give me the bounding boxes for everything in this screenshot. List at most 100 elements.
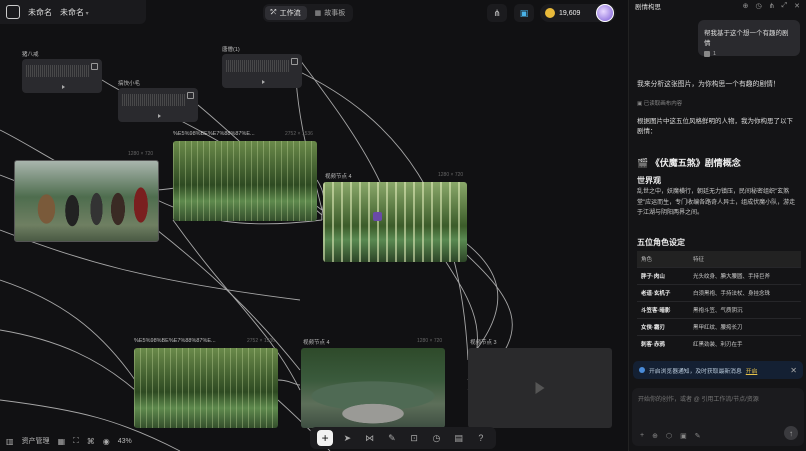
add-attachment-icon[interactable]: +	[640, 432, 644, 440]
store-icon: ▣	[519, 7, 529, 18]
send-button[interactable]: ↑	[784, 426, 798, 440]
share-icon[interactable]: ⋔	[769, 2, 775, 10]
table-row: 胖子·肉山 光头纹身、腆大腰圆、手持巨斧	[637, 267, 801, 285]
attachment-indicator[interactable]: 1	[704, 51, 794, 57]
image-node-label: %E5%98%BE%E7%88%87%E...	[173, 131, 255, 137]
video-node-stone-path[interactable]	[301, 348, 445, 428]
edit-icon[interactable]: ✎	[695, 432, 701, 440]
character-marker	[373, 212, 382, 221]
play-icon[interactable]	[535, 382, 545, 394]
lock-icon[interactable]	[187, 92, 194, 99]
user-message-bubble: 帮我基于这个想一个有趣的剧情 1	[698, 20, 800, 57]
image-icon[interactable]: ▣	[680, 432, 687, 440]
history-icon[interactable]: ◷	[428, 430, 444, 446]
video-node-empty[interactable]	[468, 348, 612, 428]
eye-icon[interactable]: ◉	[103, 437, 110, 446]
ai-chat-panel: 剧情构思 ⊕ ◷ ⋔ ⤢ ✕ 帮我基于这个想一个有趣的剧情 1 我来分析这张图片…	[628, 0, 806, 451]
video-node-label: 视频节点 4	[303, 340, 330, 346]
node-graph-icon[interactable]: ⋈	[362, 430, 378, 446]
new-chat-icon[interactable]: ⊕	[743, 2, 749, 10]
image-attachment-icon	[704, 51, 710, 57]
add-node-button[interactable]: +	[317, 430, 334, 446]
video-node-bamboo[interactable]	[323, 182, 467, 262]
chat-input-box[interactable]: 开始你的创作，或者 @ 引用工作流/节点/资源 + ⊕ ⬡ ▣ ✎ ↑	[632, 388, 804, 446]
canvas-read-status[interactable]: ▣ 已读取画布内容	[637, 99, 798, 107]
coin-icon	[545, 8, 555, 18]
image-node-bamboo-forest-2[interactable]	[134, 348, 278, 428]
mention-icon[interactable]: ⊕	[652, 432, 658, 440]
audio-waveform	[122, 94, 186, 106]
canvas-status-bar: ▥ 资产管理 ▦ ⛶ ⌘ ◉ 43%	[0, 431, 160, 451]
character-table: 角色 特征 胖子·肉山 光头纹身、腆大腰圆、手持巨斧 老道·玄机子 白须黑袍、手持法…	[637, 251, 801, 352]
table-cell: 胖子·肉山	[637, 267, 689, 285]
link-icon[interactable]: ⌘	[87, 437, 95, 446]
select-tool-icon[interactable]: ➤	[339, 430, 355, 446]
clapper-icon: 🎬	[637, 158, 651, 168]
close-icon[interactable]: ✕	[790, 366, 797, 375]
user-message-text: 帮我基于这个想一个有趣的剧情	[704, 30, 789, 47]
brush-tool-icon[interactable]: ✎	[384, 430, 400, 446]
grid-icon[interactable]: ▦	[58, 437, 66, 446]
table-cell: 斗笠客·暗影	[637, 301, 689, 319]
audio-node-card[interactable]	[118, 88, 198, 122]
breadcrumb-workspace[interactable]: 未命名	[28, 7, 52, 18]
tab-storyboard[interactable]: ▦ 故事板	[309, 6, 352, 20]
audio-play-icon[interactable]	[158, 114, 161, 118]
panel-actions: ⊕ ◷ ⋔ ⤢ ✕	[743, 2, 800, 10]
document-icon: ▣	[637, 101, 644, 107]
audio-waveform	[26, 65, 90, 77]
section-worldview: 世界观	[637, 176, 661, 185]
audio-waveform	[226, 60, 290, 72]
asset-library-icon[interactable]: ▥	[6, 437, 14, 446]
enable-notifications-link[interactable]: 开启	[746, 366, 758, 375]
help-icon[interactable]: ?	[473, 430, 489, 446]
lock-icon[interactable]	[291, 58, 298, 65]
tab-workflow-label: 工作流	[279, 10, 301, 17]
image-node-characters[interactable]	[14, 160, 159, 242]
video-node-label: 视频节点 3	[470, 340, 497, 346]
table-cell: 老道·玄机子	[637, 284, 689, 302]
keyboard-icon[interactable]: ▤	[451, 430, 467, 446]
audio-play-icon[interactable]	[262, 80, 265, 84]
zoom-level[interactable]: 43%	[118, 438, 132, 445]
table-cell: 刺客·赤鸦	[637, 335, 689, 352]
image-node-bamboo-forest[interactable]	[173, 141, 317, 221]
table-header: 角色	[637, 251, 689, 268]
assistant-intro: 我来分析这张图片，为你构思一个有趣的剧情！	[637, 81, 780, 88]
node-dimensions: 1280 × 720	[438, 172, 464, 178]
expand-icon[interactable]: ⤢	[782, 2, 788, 10]
canvas-toolbar: + ➤ ⋈ ✎ ⊡ ◷ ▤ ?	[310, 427, 496, 449]
media-tool-icon[interactable]: ⊡	[406, 430, 422, 446]
arrow-up-icon: ↑	[789, 428, 793, 438]
section-characters: 五位角色设定	[637, 238, 685, 247]
app-logo-icon[interactable]	[6, 5, 20, 19]
table-row: 斗笠客·暗影 黑袍斗笠、气质阴沉	[637, 301, 801, 319]
audio-node-label: 搞快小毛	[118, 81, 141, 87]
cube-icon[interactable]: ⬡	[666, 432, 672, 440]
storyboard-icon: ▦	[314, 10, 322, 17]
history-icon[interactable]: ◷	[756, 2, 762, 10]
breadcrumb-project-dropdown[interactable]: 未命名	[60, 7, 89, 18]
lock-icon[interactable]	[91, 63, 98, 70]
node-dimensions: 1280 × 720	[417, 338, 443, 344]
store-button[interactable]: ▣	[514, 4, 534, 22]
view-mode-switch: ⤱ 工作流 ▦ 故事板	[263, 4, 354, 22]
user-avatar[interactable]	[596, 4, 614, 22]
table-cell: 黑袍斗笠、气质阴沉	[689, 301, 801, 319]
story-title-text: 《伏魔五煞》剧情概念	[650, 158, 741, 168]
share-button[interactable]: ⋔	[487, 4, 507, 22]
credits-badge[interactable]: 19,609	[540, 4, 616, 22]
tab-workflow[interactable]: ⤱ 工作流	[265, 6, 307, 20]
audio-node-label: 唐僧(1)	[222, 47, 240, 53]
audio-node-card[interactable]	[22, 59, 102, 93]
audio-node-card[interactable]	[222, 54, 302, 88]
workflow-canvas[interactable]: 未命名 未命名 ⤱ 工作流 ▦ 故事板 ⋔ ▣ 19,609 猪八戒 唐僧(1)…	[0, 0, 628, 451]
chat-input-placeholder[interactable]: 开始你的创作，或者 @ 引用工作流/节点/资源	[638, 394, 798, 403]
fit-view-icon[interactable]: ⛶	[73, 436, 79, 446]
close-icon[interactable]: ✕	[794, 2, 800, 10]
table-row: 老道·玄机子 白须黑袍、手持法杖、身挂念珠	[637, 284, 801, 302]
audio-play-icon[interactable]	[62, 85, 65, 89]
notification-banner: 开启浏览器通知，及时获取最新消息 开启 ✕	[633, 361, 803, 379]
asset-manager-label[interactable]: 资产管理	[22, 436, 50, 446]
worldview-text: 乱世之中，妖魔横行，朝廷无力镇压，民间秘密组织"玄煞堂"应运而生，专门收编各路奇…	[637, 189, 796, 216]
